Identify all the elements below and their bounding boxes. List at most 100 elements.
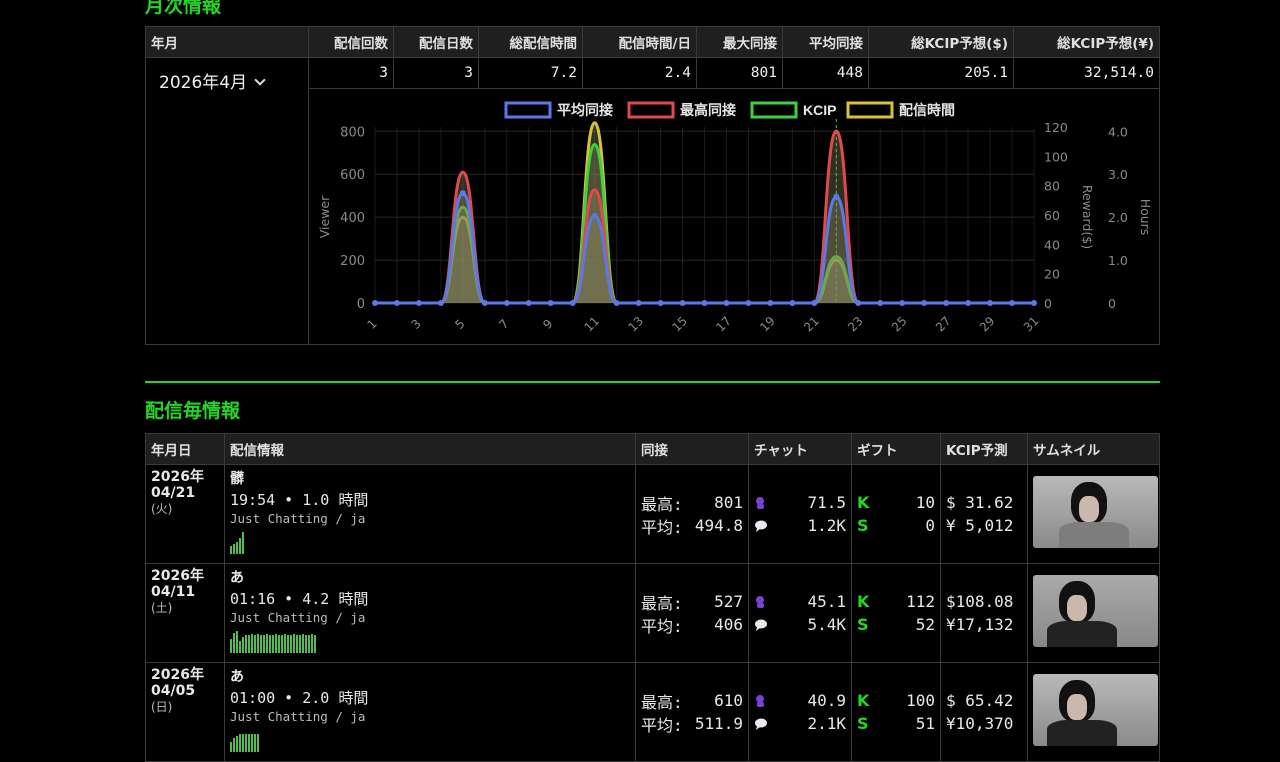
sparkline-bar <box>305 635 307 653</box>
stream-row[interactable]: 2026年 04/21 (火) 髒 19:54 • 1.0 時間 Just Ch… <box>145 464 1160 564</box>
sparkline-bar <box>230 639 232 653</box>
sparkline-bar <box>233 633 235 653</box>
sparkline-bar <box>275 634 277 653</box>
gift-s: 0 <box>925 516 935 535</box>
stream-viewers: 最高: 801 平均: 494.8 <box>635 464 749 564</box>
max-label: 最高: <box>641 494 683 514</box>
data-point <box>943 300 950 306</box>
sparkline-bar <box>242 734 244 752</box>
stream-thumbnail-cell <box>1027 563 1160 663</box>
stream-row[interactable]: 2026年 04/05 (日) あ 01:00 • 2.0 時間 Just Ch… <box>145 662 1160 762</box>
stream-thumbnail[interactable] <box>1033 575 1158 647</box>
x-tick-label: 17 <box>713 314 734 335</box>
stream-thumbnail[interactable] <box>1033 476 1158 548</box>
monthly-values-row: 2026年4月 3 3 7.2 2.4 801 448 205.1 32,514… <box>145 57 1160 345</box>
sparkline-bar <box>230 546 232 554</box>
stream-viewers: 最高: 527 平均: 406 <box>635 563 749 663</box>
kcip-jpy: ¥10,370 <box>946 714 1014 733</box>
data-point <box>525 300 532 306</box>
y-tick-viewer: 600 <box>340 168 365 183</box>
stream-thumbnail-cell <box>1027 662 1160 762</box>
col-date: 年月日 <box>145 433 225 465</box>
sparkline-bar <box>233 544 235 554</box>
data-point <box>591 212 598 219</box>
data-point <box>569 300 576 306</box>
sparkline-bar <box>263 635 265 653</box>
col-kcip: KCIP予測 <box>940 433 1028 465</box>
legend-label: 最高同接 <box>680 102 736 118</box>
data-point <box>921 300 928 306</box>
y-tick-reward: 20 <box>1044 267 1060 282</box>
data-point <box>1031 300 1037 306</box>
stream-weekday: (土) <box>151 601 173 615</box>
streams-header-row: 年月日 配信情報 同接 チャット ギフト KCIP予測 サムネイル <box>145 433 1160 465</box>
monthly-header-row: 年月 配信回数 配信日数 総配信時間 配信時間/日 最大同接 平均同接 総KCI… <box>145 26 1160 58</box>
sparkline-bar <box>260 635 262 653</box>
sparkline-bar <box>296 635 298 653</box>
x-tick-label: 7 <box>496 317 511 332</box>
y-tick-reward: 60 <box>1044 208 1060 223</box>
sparkline-bar <box>287 635 289 653</box>
y-axis-label-reward: Reward($) <box>1080 185 1095 249</box>
legend-swatch <box>846 101 894 119</box>
avg-viewers: 511.9 <box>694 714 743 733</box>
gift-k: 112 <box>906 592 935 611</box>
sparkline-bar <box>281 635 283 653</box>
sparkline-bar <box>257 634 259 653</box>
stream-monthday: 04/11 <box>151 584 196 600</box>
stream-row[interactable]: 2026年 04/11 (土) あ 01:16 • 4.2 時間 Just Ch… <box>145 563 1160 663</box>
viewer-sparkline <box>230 631 635 653</box>
col-viewers: 同接 <box>635 433 749 465</box>
stream-date: 2026年 04/11 (土) <box>145 563 225 663</box>
sparkline-bar <box>290 635 292 653</box>
streams-section-title: 配信毎情報 <box>145 400 241 422</box>
legend-label: 配信時間 <box>899 102 955 118</box>
stream-weekday: (日) <box>151 700 173 714</box>
viewer-sparkline <box>230 730 635 752</box>
sparkline-bar <box>236 631 238 653</box>
y-tick-viewer: 800 <box>340 125 365 140</box>
col-stream-info: 配信情報 <box>224 433 636 465</box>
stream-year: 2026年 <box>151 568 204 584</box>
sparkline-bar <box>299 635 301 653</box>
month-cell: 2026年4月 <box>145 57 309 345</box>
max-viewers: 610 <box>714 691 743 710</box>
max-viewers: 801 <box>714 493 743 512</box>
kick-s-icon: S <box>857 516 869 535</box>
stream-thumbnail[interactable] <box>1033 674 1158 746</box>
chat-rate: 40.9 <box>807 691 846 710</box>
x-tick-label: 19 <box>757 314 778 335</box>
stream-title[interactable]: 髒 <box>230 469 635 489</box>
avg-label: 平均: <box>641 517 683 537</box>
max-viewers: 527 <box>714 592 743 611</box>
stream-info: あ 01:00 • 2.0 時間 Just Chatting / ja <box>224 662 636 762</box>
stream-category: Just Chatting / ja <box>230 511 366 526</box>
x-tick-label: 31 <box>1021 314 1042 335</box>
col-total-time: 総配信時間 <box>478 26 583 58</box>
kick-k-icon: K <box>857 592 870 611</box>
stream-monthday: 04/21 <box>151 485 196 501</box>
y-tick-hours: 0 <box>1108 296 1116 311</box>
data-point <box>833 193 840 200</box>
legend-label: 平均同接 <box>557 102 613 118</box>
data-point <box>613 300 620 306</box>
data-point <box>679 300 686 306</box>
stream-time: 01:16 • 4.2 時間 <box>230 590 369 608</box>
month-select[interactable]: 2026年4月 <box>159 73 266 93</box>
x-tick-label: 21 <box>801 314 822 335</box>
sparkline-bar <box>239 538 241 554</box>
kcip-usd-value: 205.1 <box>868 57 1014 89</box>
stream-info: 髒 19:54 • 1.0 時間 Just Chatting / ja <box>224 464 636 564</box>
stream-title[interactable]: あ <box>230 667 635 687</box>
chatter-icon <box>756 595 764 608</box>
stream-monthday: 04/05 <box>151 683 196 699</box>
y-axis-label-viewer: Viewer <box>317 195 332 238</box>
legend-swatch <box>504 101 552 119</box>
max-label: 最高: <box>641 593 683 613</box>
section-divider <box>145 381 1160 383</box>
stream-viewers: 最高: 610 平均: 511.9 <box>635 662 749 762</box>
kick-k-icon: K <box>857 493 870 512</box>
stream-title[interactable]: あ <box>230 568 635 588</box>
month-select-value: 2026年4月 <box>159 73 248 93</box>
chat-bubble-icon <box>755 718 767 730</box>
